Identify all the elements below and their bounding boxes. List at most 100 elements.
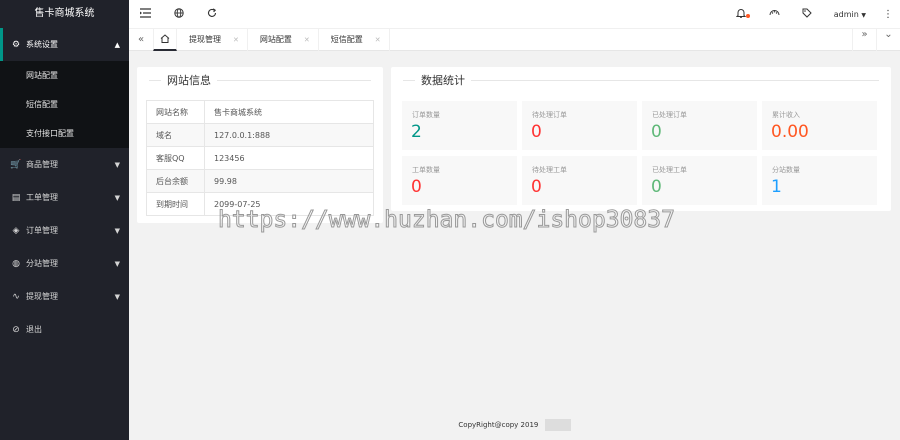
system-settings-submenu: 网站配置 短信配置 支付接口配置 [0,61,129,148]
redacted-block [544,419,571,431]
table-cell-value: 123456 [204,146,374,170]
stat-processed-tickets: 已处理工单 0 [642,156,757,205]
pulse-icon: ∿ [12,291,20,302]
stat-processed-orders: 已处理订单 0 [642,101,757,150]
copyright-text: CopyRight@copy 2019 [458,421,539,429]
tab-home[interactable] [153,28,177,51]
tabs-scroll-right-icon[interactable]: » [852,29,876,51]
table-cell-key: 域名 [146,123,205,147]
gear-icon: ⚙ [11,39,21,50]
top-header: admin ▼ ⋮ [129,0,900,28]
stat-label: 工单数量 [412,166,440,174]
tab-label: 网站配置 [259,35,292,44]
sidebar-item-label: 提现管理 [26,292,58,301]
tab-withdraw-management[interactable]: 提现管理 ✕ [177,28,248,51]
globe-icon: ◍ [12,258,20,269]
sidebar-item-label: 工单管理 [26,193,58,202]
globe-icon[interactable] [162,7,195,21]
sidebar-item-ticket-management[interactable]: ▤ 工单管理 ▼ [0,181,129,214]
stat-pending-orders: 待处理订单 0 [522,101,637,150]
stat-value: 0 [651,177,662,197]
close-icon[interactable]: ✕ [233,36,239,44]
notification-dot [745,13,750,18]
site-info-header: 网站信息 [149,67,371,93]
table-cell-value: 2099-07-25 [204,192,374,216]
sidebar: 售卡商城系统 ⚙ 系统设置 ▲ 网站配置 短信配置 支付接口配置 🛒 商品管理 … [0,0,129,440]
tab-label: 提现管理 [189,35,221,44]
chevron-down-icon: ▼ [114,226,120,235]
stat-label: 订单数量 [412,111,440,119]
close-icon[interactable]: ✕ [304,36,310,44]
sidebar-item-order-management[interactable]: ◈ 订单管理 ▼ [0,214,129,247]
tabs-right-controls: » ⌄ [852,29,900,51]
table-cell-key: 客服QQ [146,146,205,170]
tabs-scroll-left-icon[interactable]: « [129,34,153,45]
refresh-icon[interactable] [195,7,228,21]
footer: CopyRight@copy 2019 [129,410,900,440]
tabs-dropdown-icon[interactable]: ⌄ [876,29,900,51]
stat-value: 0.00 [771,122,809,142]
table-cell-value: 127.0.0.1:888 [204,123,374,147]
theme-icon[interactable] [758,8,791,21]
sidebar-item-label: 分站管理 [26,259,58,268]
user-menu[interactable]: admin ▼ [824,10,876,19]
chevron-down-icon: ▼ [114,193,120,202]
site-info-card: 网站信息 网站名称 售卡商城系统 域名 127.0.0.1:888 客服QQ 1… [137,67,383,223]
tag-icon[interactable] [791,8,824,21]
table-cell-key: 到期时间 [146,192,205,216]
tab-label: 短信配置 [330,35,363,44]
chevron-down-icon: ▼ [114,160,120,169]
sidebar-item-system-settings[interactable]: ⚙ 系统设置 ▲ [0,28,129,61]
table-row: 后台余额 99.98 [146,169,374,193]
sidebar-subitem-sms-config[interactable]: 短信配置 [0,90,129,119]
cart-icon: 🛒 [10,159,22,170]
sidebar-item-logout[interactable]: ⊘ 退出 [0,313,129,346]
stat-label: 待处理订单 [532,111,567,119]
stat-label: 已处理订单 [652,111,687,119]
close-icon[interactable]: ✕ [375,36,381,44]
main-content: 网站信息 网站名称 售卡商城系统 域名 127.0.0.1:888 客服QQ 1… [129,51,900,410]
sidebar-item-label: 商品管理 [26,160,58,169]
sidebar-item-label: 系统设置 [26,40,58,49]
stats-title: 数据统计 [421,74,465,87]
chevron-down-icon: ▼ [861,11,866,19]
sidebar-item-label: 订单管理 [26,226,58,235]
app-logo[interactable]: 售卡商城系统 [0,0,129,28]
sidebar-subitem-payment-config[interactable]: 支付接口配置 [0,119,129,148]
table-cell-key: 网站名称 [146,100,205,124]
sidebar-item-product-management[interactable]: 🛒 商品管理 ▼ [0,148,129,181]
user-name: admin [833,9,859,19]
sidebar-subitem-site-config[interactable]: 网站配置 [0,61,129,90]
sidebar-item-label: 退出 [26,325,42,334]
stat-label: 分站数量 [772,166,800,174]
table-cell-key: 后台余额 [146,169,205,193]
more-vertical-icon[interactable]: ⋮ [876,9,900,20]
layers-icon: ◈ [12,225,20,236]
stat-value: 0 [531,122,542,142]
table-row: 域名 127.0.0.1:888 [146,123,374,147]
tab-sms-config[interactable]: 短信配置 ✕ [319,28,390,51]
site-info-table: 网站名称 售卡商城系统 域名 127.0.0.1:888 客服QQ 123456… [146,100,374,216]
menu-toggle-icon[interactable] [129,7,162,21]
chevron-down-icon: ▼ [114,292,120,301]
stat-label: 已处理工单 [652,166,687,174]
page-tabs-bar: « 提现管理 ✕ 网站配置 ✕ 短信配置 ✕ » ⌄ [129,28,900,51]
header-right-tools: admin ▼ ⋮ [725,0,900,28]
stat-value: 0 [531,177,542,197]
stat-value: 2 [411,122,422,142]
stat-value: 0 [651,122,662,142]
table-row: 网站名称 售卡商城系统 [146,100,374,124]
sidebar-item-withdraw-management[interactable]: ∿ 提现管理 ▼ [0,280,129,313]
sidebar-item-substation-management[interactable]: ◍ 分站管理 ▼ [0,247,129,280]
table-cell-value: 99.98 [204,169,374,193]
stat-ticket-count: 工单数量 0 [402,156,517,205]
bell-icon[interactable] [725,8,758,21]
table-cell-value: 售卡商城系统 [204,100,374,124]
table-row: 到期时间 2099-07-25 [146,192,374,216]
stat-order-count: 订单数量 2 [402,101,517,150]
stats-header: 数据统计 [403,67,879,93]
tab-site-config[interactable]: 网站配置 ✕ [248,28,319,51]
stat-pending-tickets: 待处理工单 0 [522,156,637,205]
stat-value: 1 [771,177,782,197]
stats-card: 数据统计 订单数量 2 待处理订单 0 已处理订单 0 累计收入 0.00 工单… [391,67,891,211]
